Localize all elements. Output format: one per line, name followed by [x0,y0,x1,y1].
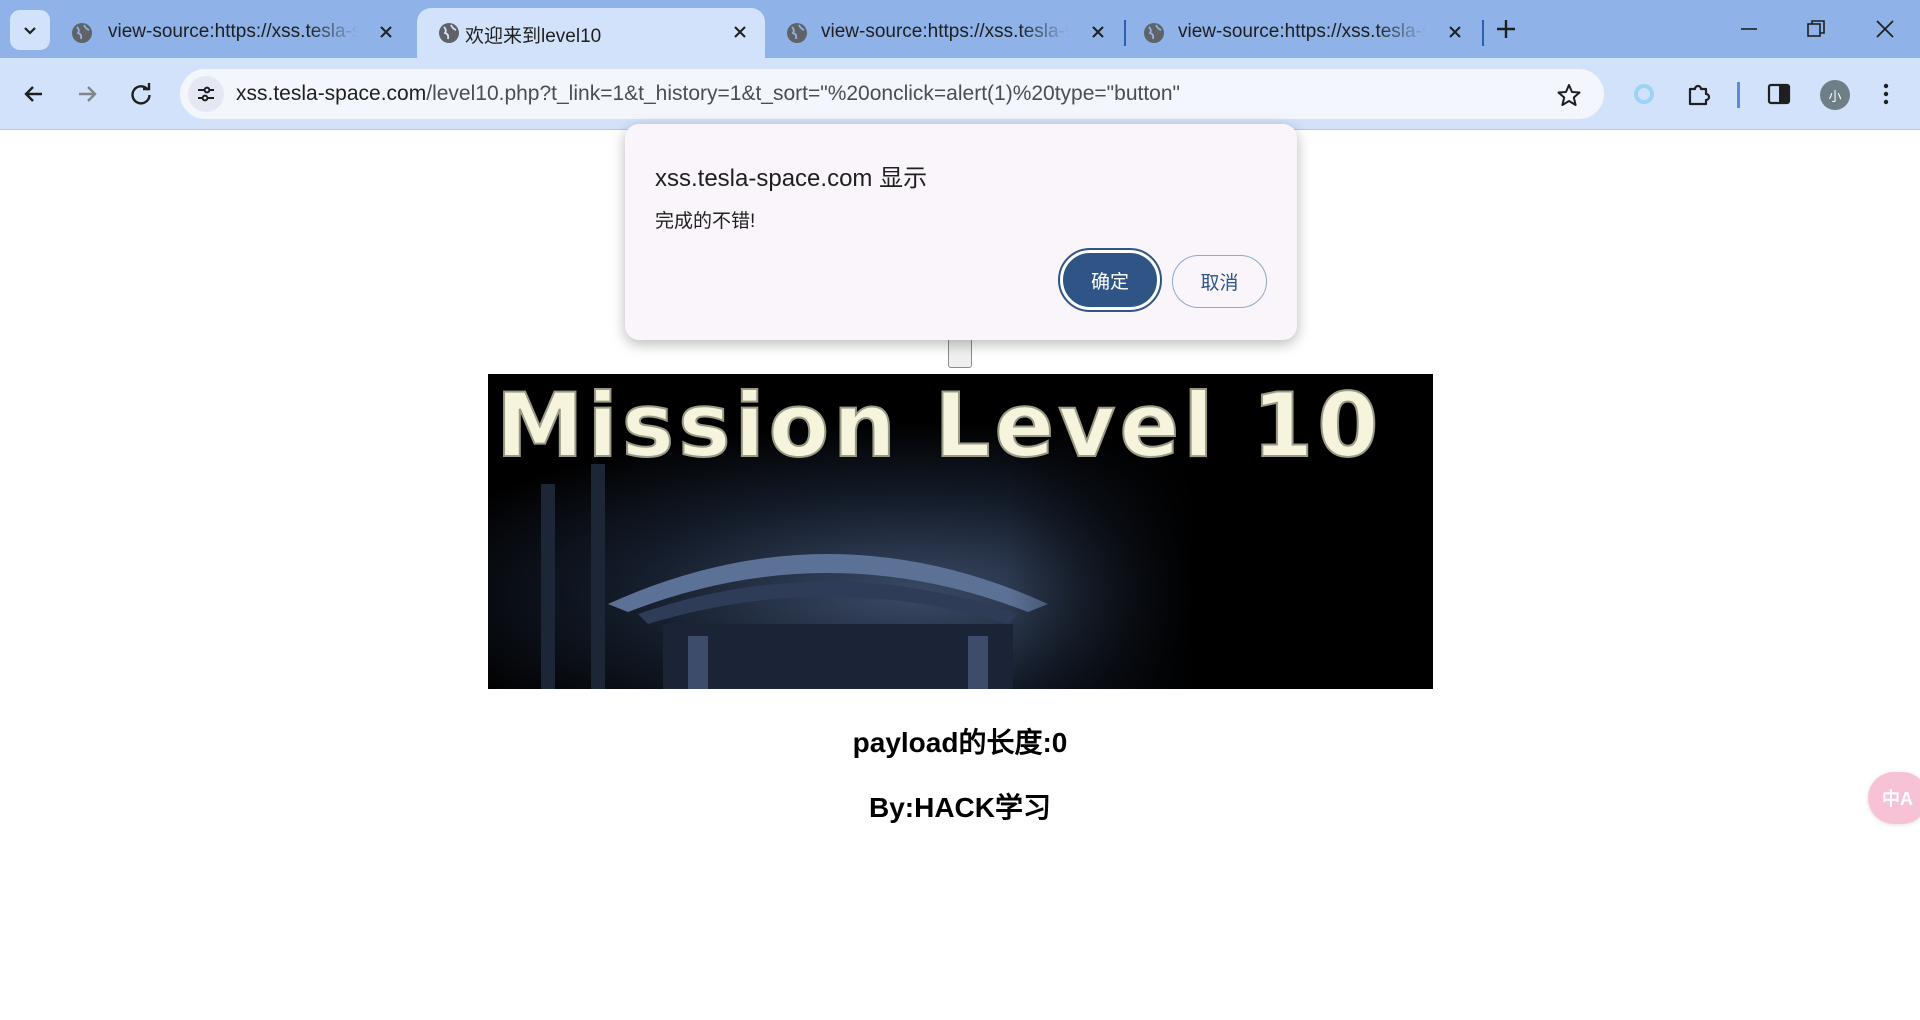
close-icon[interactable] [729,21,751,43]
forward-icon[interactable] [73,80,101,108]
globe-icon [1144,23,1164,43]
back-icon[interactable] [20,80,48,108]
address-bar[interactable]: xss.tesla-space.com/level10.php?t_link=1… [180,69,1604,119]
tab-search-button[interactable] [10,10,50,50]
tune-icon [198,86,214,102]
menu-kebab-icon[interactable] [1872,80,1900,108]
chevron-down-icon [24,27,36,35]
toolbar-separator [1737,82,1740,108]
tab-view-source-level10[interactable]: view-source:https://xss.tesla-space.com/… [765,8,1120,58]
payload-length-heading: payload的长度:0 [852,727,1068,758]
reload-icon[interactable] [127,80,155,108]
dialog-title: xss.tesla-space.com 显示 [655,165,928,192]
dialog-message: 完成的不错! [655,211,756,232]
url-path: /level10.php?t_link=1&t_history=1&t_sort… [426,82,1180,105]
close-window-icon[interactable] [1872,16,1898,42]
globe-icon [72,23,92,43]
tab-title: 欢迎来到level10 [465,26,602,47]
url-host: xss.tesla-space.com [236,82,427,105]
browser-toolbar: xss.tesla-space.com/level10.php?t_link=1… [0,58,1920,130]
tab-strip: view-source:https://xss.tesla-space.com/… [0,0,1920,58]
author-byline: By:HACK学习 [868,792,1051,823]
restore-icon[interactable] [1803,16,1829,42]
site-info-button[interactable] [188,76,224,112]
ok-button[interactable]: 确定 [1058,248,1162,312]
extensions-puzzle-icon[interactable] [1685,80,1713,108]
tab-title: view-source:https://xss.tesla-space.com/… [1178,21,1426,42]
bookmark-star-icon[interactable] [1556,82,1582,108]
globe-icon [439,23,459,43]
profile-avatar[interactable]: 小 [1820,80,1850,110]
translate-floating-button[interactable]: 中A [1868,772,1920,824]
new-tab-icon[interactable] [1493,16,1519,42]
close-icon[interactable] [375,21,397,43]
injected-sort-button[interactable] [948,338,972,368]
tab-title: view-source:https://xss.tesla-space.com/… [821,21,1069,42]
tab-view-source-level11[interactable]: view-source:https://xss.tesla-space.com/… [1122,8,1480,58]
url-text: xss.tesla-space.com/level10.php?t_link=1… [236,82,1180,106]
side-panel-icon[interactable] [1765,80,1793,108]
close-icon[interactable] [1087,21,1109,43]
mission-level-banner: Mission Level 10 [488,374,1433,689]
banner-image: Mission Level 10 [488,374,1433,689]
close-icon[interactable] [1444,21,1466,43]
globe-icon [787,23,807,43]
tab-separator [1482,20,1484,46]
tab-level10[interactable]: 欢迎来到level10 [417,8,765,58]
banner-title: Mission Level 10 [496,374,1382,477]
cancel-button[interactable]: 取消 [1172,255,1267,308]
extension-circle-icon[interactable] [1630,80,1658,108]
minimize-icon[interactable] [1736,16,1762,42]
tab-view-source-level9[interactable]: view-source:https://xss.tesla-space.com/… [50,8,405,58]
alert-dialog: xss.tesla-space.com 显示 完成的不错! 确定 取消 [625,124,1297,340]
tab-title: view-source:https://xss.tesla-space.com/… [108,21,358,42]
